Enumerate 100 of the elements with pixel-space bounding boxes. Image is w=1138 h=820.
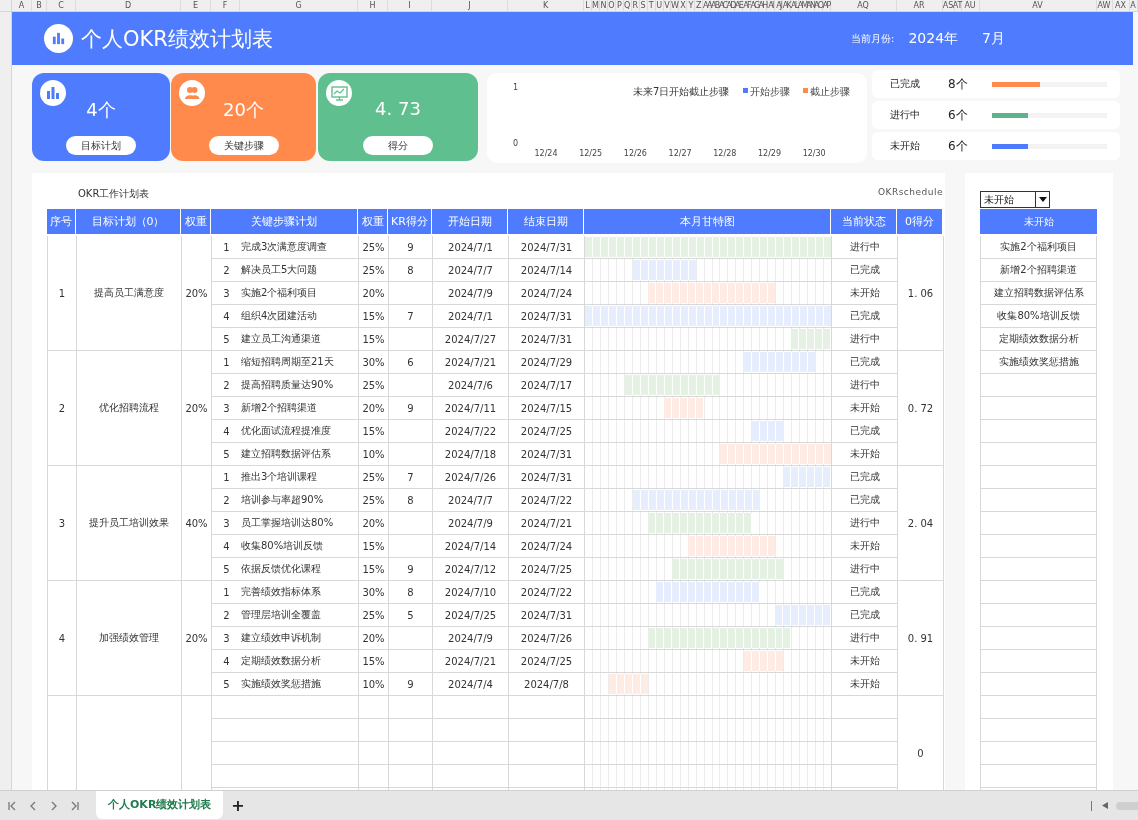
table-caption: OKR工作计划表	[78, 187, 150, 201]
column-header[interactable]: U	[655, 0, 664, 11]
table-cell: 0. 91	[898, 581, 944, 696]
column-header[interactable]: P	[615, 0, 624, 11]
table-cell-text: 1	[222, 585, 231, 600]
column-header[interactable]: N	[599, 0, 608, 11]
column-header[interactable]: J	[432, 0, 508, 11]
table-cell: 2024/7/7	[433, 259, 509, 281]
column-header[interactable]: AP	[822, 0, 831, 11]
table-cell: 2024/7/12	[433, 558, 509, 580]
column-header[interactable]: AI	[766, 0, 775, 11]
column-header[interactable]: M	[591, 0, 600, 11]
bar-chart-icon	[51, 31, 66, 46]
column-header[interactable]: AL	[790, 0, 799, 11]
table-cell: 2024/7/21	[433, 650, 509, 672]
column-header[interactable]: R	[631, 0, 640, 11]
column-header[interactable]: AV	[979, 0, 1097, 11]
filter-list-item: 定期绩效数据分析	[980, 328, 1097, 351]
column-header[interactable]: H	[358, 0, 388, 11]
table-cell: 2024/7/31	[509, 604, 585, 626]
column-header[interactable]: AK	[782, 0, 791, 11]
table-cell: 15%	[359, 535, 389, 557]
table-cell: 2024/7/21	[433, 351, 509, 373]
table-cell: 进行中	[832, 627, 898, 649]
column-header[interactable]: G	[240, 0, 358, 11]
table-cell: 2024/7/4	[433, 673, 509, 695]
column-header[interactable]: X	[679, 0, 688, 11]
table-cell-text: 4	[222, 654, 231, 669]
add-sheet-button[interactable]: +	[227, 796, 249, 815]
column-header[interactable]: AT	[954, 0, 962, 11]
table-cell: 提升员工培训效果	[77, 466, 182, 581]
table-cell: 已完成	[832, 604, 898, 626]
axis-tick-label: 12/29	[757, 149, 782, 158]
table-cell: 2024/7/9	[433, 512, 509, 534]
table-cell-text: 2	[222, 608, 231, 623]
column-header[interactable]: T	[647, 0, 656, 11]
column-header[interactable]: S	[639, 0, 648, 11]
axis-tick-label: 12/28	[713, 149, 737, 158]
dropdown-arrow-button[interactable]	[1035, 192, 1049, 207]
card-label: 目标计划	[66, 136, 136, 155]
column-header[interactable]: AF	[743, 0, 751, 11]
table-cell: 2024/7/25	[509, 650, 585, 672]
table-cell-text: 4	[222, 309, 231, 324]
table-cell-text: 3	[222, 516, 231, 531]
column-header[interactable]: W	[671, 0, 680, 11]
column-header[interactable]: AO	[814, 0, 823, 11]
column-header[interactable]: AU	[961, 0, 980, 11]
status-dropdown[interactable]: 未开始	[980, 191, 1050, 208]
column-header[interactable]: AJ	[774, 0, 783, 11]
column-header[interactable]: AC	[719, 0, 728, 11]
table-cell: 实施绩效奖惩措施	[241, 673, 359, 695]
table-cell: 进行中	[832, 558, 898, 580]
filter-list-item: 实施绩效奖惩措施	[980, 351, 1097, 374]
column-header[interactable]: AM	[798, 0, 807, 11]
table-cell: 未开始	[832, 650, 898, 672]
column-header[interactable]: AD	[727, 0, 736, 11]
sheet-tab[interactable]: 个人OKR绩效计划表	[96, 790, 224, 819]
column-header[interactable]: D	[76, 0, 181, 11]
column-header[interactable]: B	[32, 0, 47, 11]
column-header[interactable]: A	[12, 0, 32, 11]
column-header[interactable]: AW	[1096, 0, 1113, 11]
table-cell: 2024/7/14	[509, 259, 585, 281]
table-cell: 依据反馈优化课程	[241, 558, 359, 580]
column-header[interactable]: O	[607, 0, 616, 11]
column-header[interactable]: AE	[735, 0, 744, 11]
table-cell: 25%	[359, 259, 389, 281]
table-cell: 已完成	[832, 466, 898, 488]
status-count: 6个	[948, 106, 969, 124]
column-header[interactable]: Q	[623, 0, 632, 11]
column-header[interactable]: I	[388, 0, 432, 11]
filter-list-item: 新增2个招聘渠道	[980, 259, 1097, 282]
table-cell-text: 3	[222, 286, 231, 301]
column-header[interactable]: Y	[687, 0, 696, 11]
table-cell: 已完成	[832, 420, 898, 442]
table-cell: 进行中	[832, 512, 898, 534]
column-header[interactable]: V	[663, 0, 672, 11]
column-header[interactable]: AA	[703, 0, 712, 11]
column-header[interactable]: AB	[711, 0, 720, 11]
column-header[interactable]: F	[211, 0, 240, 11]
column-header[interactable]: AR	[896, 0, 943, 11]
table-cell-text: 3	[222, 631, 231, 646]
table-cell: 2024/7/17	[509, 374, 585, 396]
column-header[interactable]: L	[584, 0, 592, 11]
column-header[interactable]: AH	[758, 0, 767, 11]
table-cell-text: 1	[222, 470, 231, 485]
scroll-left-icon[interactable]	[1102, 802, 1108, 809]
column-header[interactable]: E	[181, 0, 211, 11]
column-header[interactable]: C	[47, 0, 76, 11]
table-cell: 已完成	[832, 305, 898, 327]
column-header[interactable]: A	[1129, 0, 1138, 11]
column-header[interactable]: Z	[695, 0, 704, 11]
column-header[interactable]: K	[508, 0, 584, 11]
table-cell: 15%	[359, 650, 389, 672]
column-header[interactable]: AN	[806, 0, 815, 11]
column-header[interactable]: AX	[1112, 0, 1130, 11]
column-header[interactable]: AG	[751, 0, 759, 11]
table-cell: 2024/7/14	[433, 535, 509, 557]
column-header[interactable]: AQ	[830, 0, 897, 11]
table-cell: 培训参与率超90%	[241, 489, 359, 511]
table-header-cell: 权重	[358, 209, 388, 234]
